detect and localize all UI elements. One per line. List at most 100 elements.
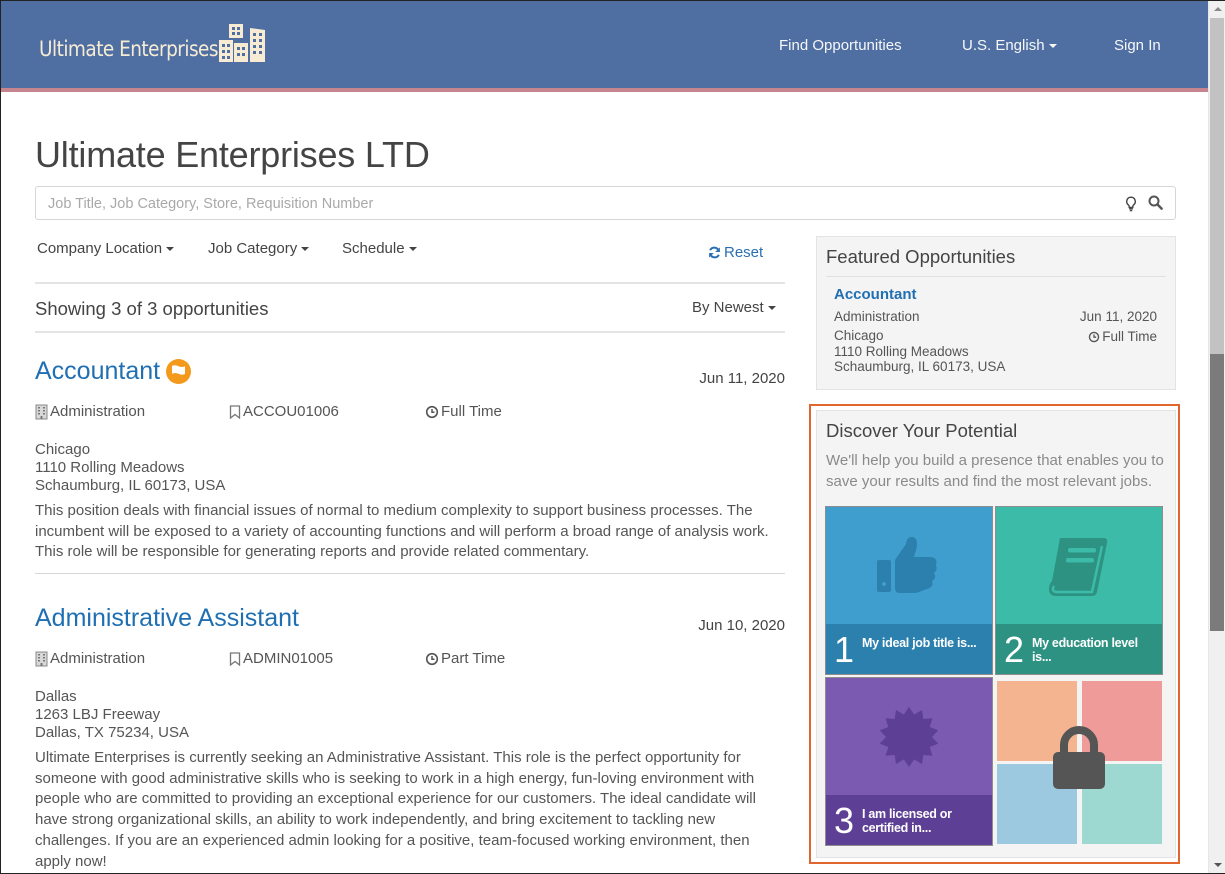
search-icon[interactable] xyxy=(1148,195,1163,210)
clock-icon xyxy=(1089,331,1100,342)
schedule-label: Full Time xyxy=(441,403,502,420)
tile-number: 3 xyxy=(834,800,855,841)
job-schedule: Part Time xyxy=(425,650,505,667)
schedule-label: Full Time xyxy=(1102,329,1157,344)
scroll-down-arrow-icon[interactable] xyxy=(1209,856,1225,873)
scroll-up-arrow-icon[interactable] xyxy=(1209,1,1225,18)
address-line: Dallas xyxy=(35,688,77,705)
caret-down-icon xyxy=(301,247,310,252)
refresh-icon xyxy=(709,246,720,259)
job-description: Ultimate Enterprises is currently seekin… xyxy=(35,749,756,870)
job-schedule: Full Time xyxy=(425,403,502,420)
category-label: Administration xyxy=(50,403,146,420)
featured-date: Jun 11, 2020 xyxy=(1079,309,1157,324)
buildings-logo-icon[interactable] xyxy=(219,24,267,62)
tile-number: 2 xyxy=(1004,629,1025,670)
bookmark-icon xyxy=(229,404,241,419)
clock-icon xyxy=(425,405,439,418)
filter-label: Company Location xyxy=(37,240,163,257)
job-title: Administrative Assistant xyxy=(35,604,299,632)
featured-heading: Featured Opportunities xyxy=(826,246,1016,267)
address-line: Dallas, TX 75234, USA xyxy=(35,724,189,741)
job-category: Administration xyxy=(35,403,145,420)
featured-schedule: Full Time xyxy=(1088,329,1157,344)
job-listing: Administrative Assistant Jun 10, 2020 Ad… xyxy=(35,604,785,873)
lock-icon xyxy=(1053,726,1105,789)
thumbs-up-icon xyxy=(877,536,937,593)
divider xyxy=(35,573,785,574)
tile-licensed-certified[interactable]: 3 I am licensed or certified in... xyxy=(825,677,993,846)
caret-down-icon xyxy=(767,306,776,311)
job-address: Chicago 1110 Rolling Meadows Schaumburg,… xyxy=(35,441,225,495)
page: Ultimate Enterprises Find Opportunities … xyxy=(1,1,1208,873)
nav-find-opportunities[interactable]: Find Opportunities xyxy=(779,37,902,54)
vertical-scrollbar[interactable] xyxy=(1208,1,1225,873)
badge-icon xyxy=(879,707,939,767)
tile-ideal-job-title[interactable]: 1 My ideal job title is... xyxy=(825,506,993,675)
job-date: Jun 11, 2020 xyxy=(699,370,785,387)
requisition-label: ACCOU01006 xyxy=(243,403,339,420)
sign-in-link[interactable]: Sign In xyxy=(1114,37,1161,54)
reset-label: Reset xyxy=(724,244,764,261)
brand[interactable]: Ultimate Enterprises xyxy=(39,24,265,62)
language-dropdown[interactable]: U.S. English xyxy=(962,37,1057,54)
job-title-link[interactable]: Accountant xyxy=(35,357,192,386)
filter-company-location[interactable]: Company Location xyxy=(37,240,175,257)
tile-education-level[interactable]: 2 My education level is... xyxy=(995,506,1163,675)
job-title: Accountant xyxy=(35,357,161,385)
featured-opportunities-panel: Featured Opportunities Accountant Admini… xyxy=(816,236,1176,390)
caret-down-icon xyxy=(408,247,417,252)
language-label: U.S. English xyxy=(962,37,1045,54)
tile-number: 1 xyxy=(834,629,855,670)
sort-dropdown[interactable]: By Newest xyxy=(692,299,776,316)
discover-potential-panel: Discover Your Potential We'll help you b… xyxy=(816,410,1176,858)
filter-job-category[interactable]: Job Category xyxy=(208,240,310,257)
address-line: 1110 Rolling Meadows xyxy=(35,459,185,476)
discover-heading: Discover Your Potential xyxy=(826,420,1018,441)
caret-down-icon xyxy=(1048,44,1057,49)
divider xyxy=(826,276,1166,277)
job-category: Administration xyxy=(35,650,145,667)
address-line: Chicago xyxy=(35,441,91,458)
job-requisition: ADMIN01005 xyxy=(229,650,333,667)
reset-button[interactable]: Reset xyxy=(708,244,763,261)
book-icon xyxy=(1049,538,1108,596)
filter-schedule[interactable]: Schedule xyxy=(342,240,417,257)
address-line: Schaumburg, IL 60173, USA xyxy=(834,359,1006,374)
divider xyxy=(35,282,785,284)
job-title-link[interactable]: Administrative Assistant xyxy=(35,604,299,633)
tile-footer: 2 My education level is... xyxy=(996,624,1162,674)
search-input[interactable] xyxy=(48,193,1098,215)
locked-tiles[interactable] xyxy=(995,679,1163,844)
clock-icon xyxy=(425,652,439,665)
sort-label: By Newest xyxy=(692,299,764,316)
bookmark-icon xyxy=(229,651,241,666)
filter-label: Job Category xyxy=(208,240,298,257)
tile-footer: 3 I am licensed or certified in... xyxy=(826,795,992,845)
address-line: 1110 Rolling Meadows xyxy=(834,343,969,359)
divider xyxy=(35,331,785,333)
address-line: Schaumburg, IL 60173, USA xyxy=(35,477,226,494)
tile-label: My education level is... xyxy=(1032,636,1138,664)
job-requisition: ACCOU01006 xyxy=(229,403,339,420)
job-description: This position deals with financial issue… xyxy=(35,502,769,561)
top-navbar: Ultimate Enterprises Find Opportunities … xyxy=(1,1,1208,92)
featured-flag-icon xyxy=(166,359,192,384)
featured-category: Administration xyxy=(834,309,920,324)
discover-text: We'll help you build a presence that ena… xyxy=(826,452,1164,490)
building-icon xyxy=(35,651,48,666)
search-box xyxy=(35,186,1176,220)
address-line: Chicago xyxy=(834,328,884,343)
brand-name[interactable]: Ultimate Enterprises xyxy=(39,37,219,61)
job-listing: Accountant Jun 11, 2020 Administration A… xyxy=(35,357,785,567)
building-icon xyxy=(35,404,48,419)
featured-job-link[interactable]: Accountant xyxy=(834,286,917,303)
schedule-label: Part Time xyxy=(441,650,506,667)
filter-label: Schedule xyxy=(342,240,405,257)
featured-address: Chicago 1110 Rolling Meadows Schaumburg,… xyxy=(834,328,1005,375)
scrollbar-thumb[interactable] xyxy=(1210,354,1224,631)
job-address: Dallas 1263 LBJ Freeway Dallas, TX 75234… xyxy=(35,688,189,742)
scrollbar-track[interactable] xyxy=(1210,18,1224,354)
page-title: Ultimate Enterprises LTD xyxy=(35,134,430,175)
lightbulb-icon[interactable] xyxy=(1125,196,1137,212)
